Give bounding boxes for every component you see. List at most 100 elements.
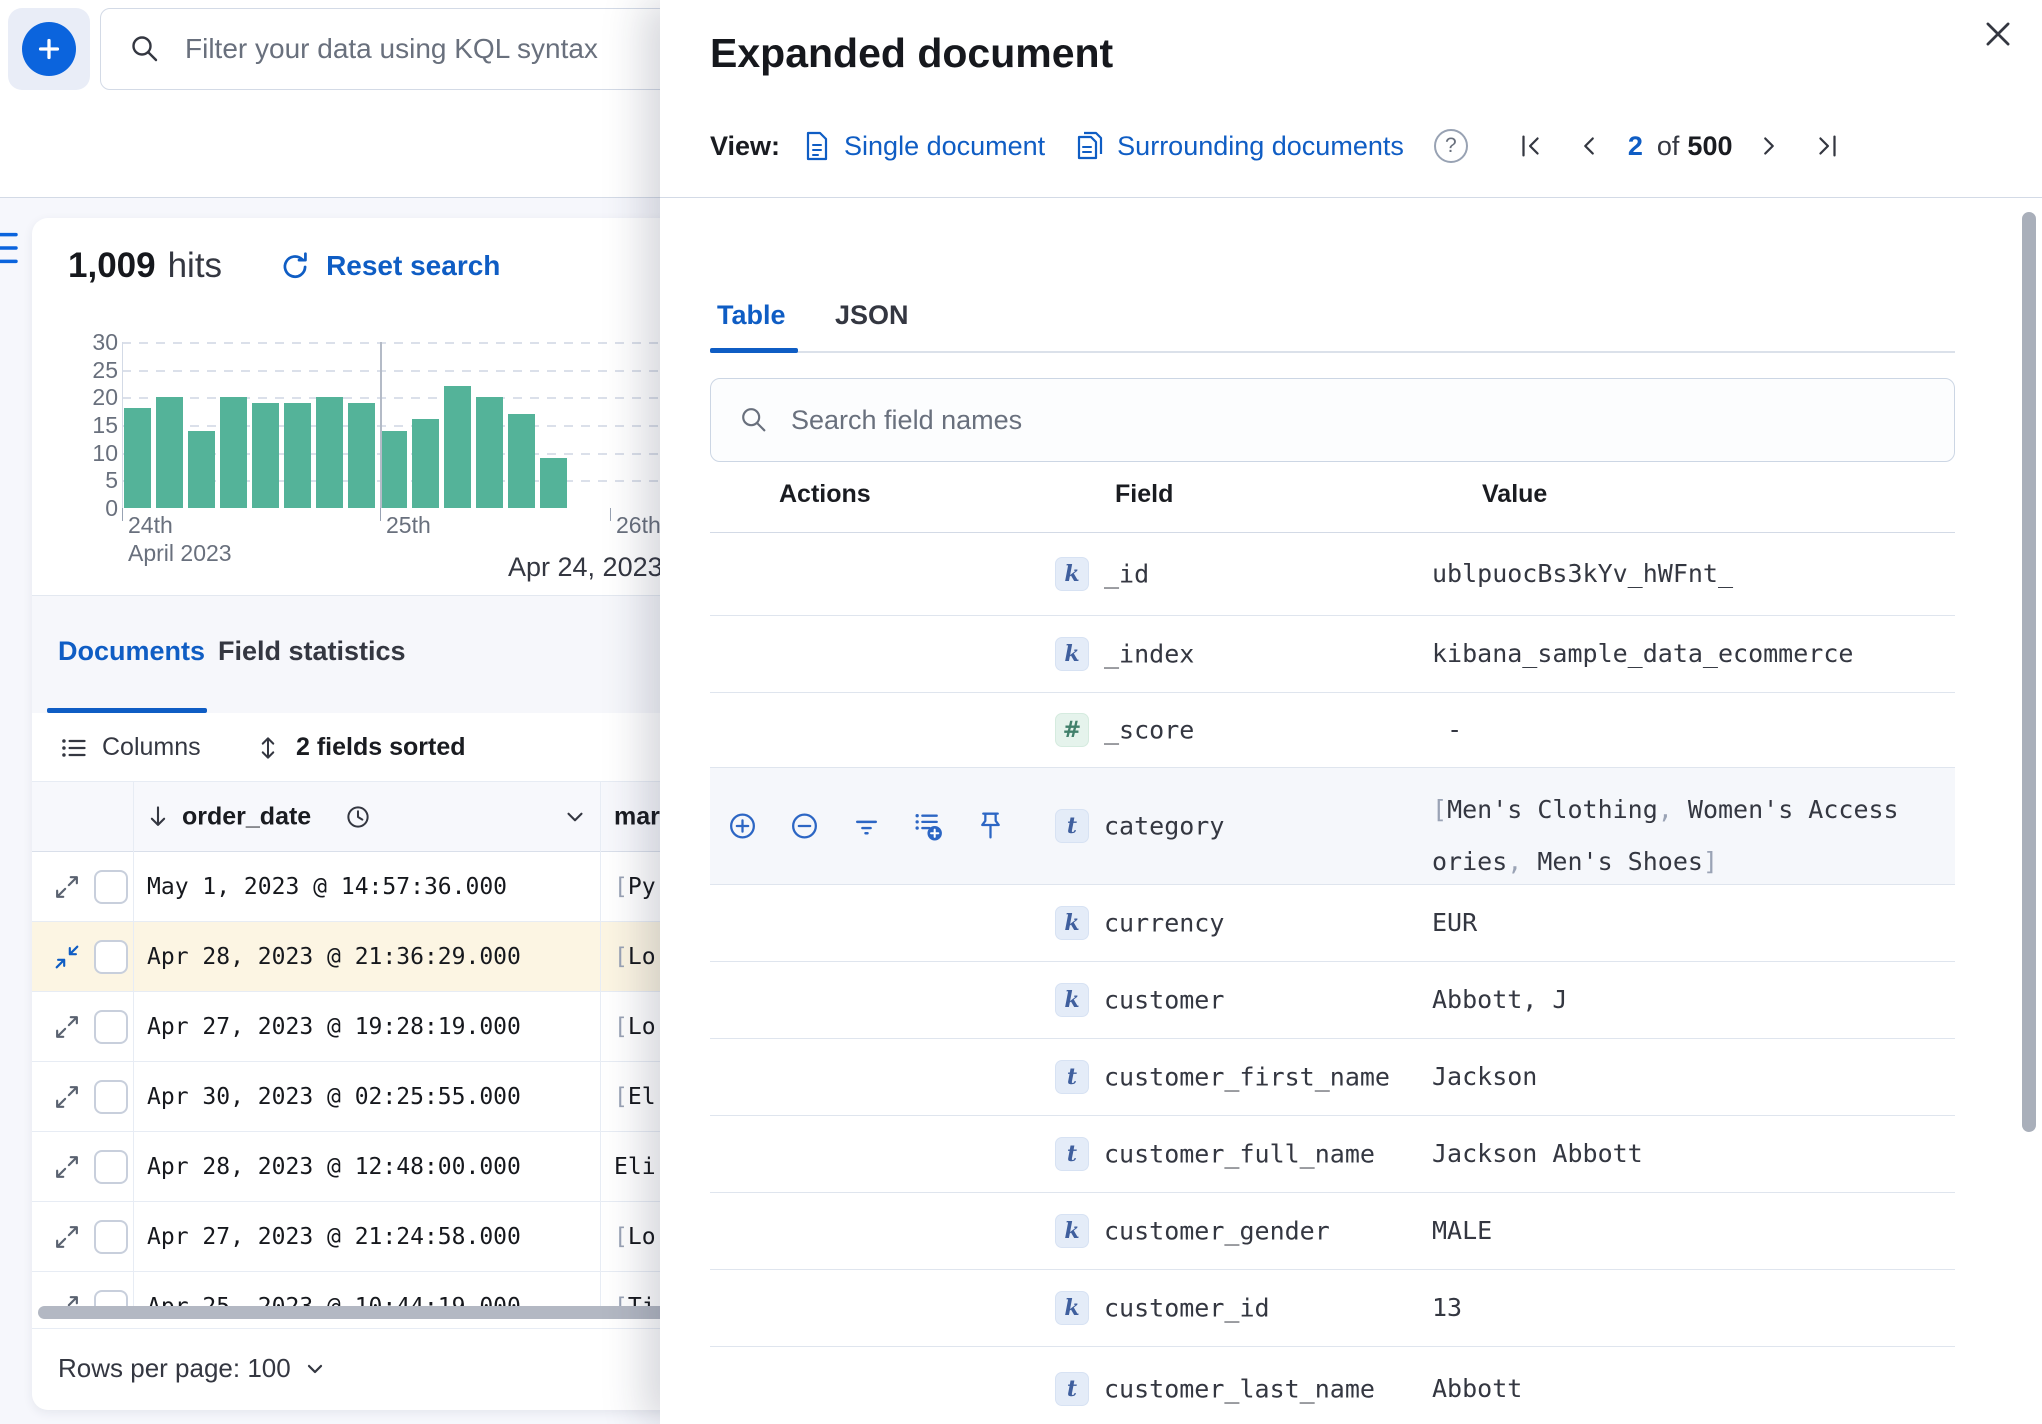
clock-icon [344,803,372,831]
flyout-title: Expanded document [710,30,1114,76]
single-document-link[interactable]: Single document [802,130,1045,162]
field-row[interactable]: # _score - [710,693,1955,768]
keyword-type-badge: k [1055,1214,1089,1248]
row-checkbox[interactable] [94,1079,128,1114]
columns-button[interactable]: Columns [60,713,201,782]
hits-count: 1,009 [68,246,156,285]
field-name: customer_id [1104,1293,1270,1323]
plus-icon [34,34,64,64]
order-date-cell: Apr 25, 2023 @ 10:44:19.000 [147,1294,521,1307]
filter-out-value-icon[interactable] [788,810,821,843]
field-row[interactable]: t customer_first_name Jackson [710,1039,1955,1116]
field-row[interactable]: k customer_gender MALE [710,1193,1955,1270]
row-checkbox[interactable] [94,1149,128,1184]
add-filter-button[interactable] [22,22,76,76]
manufacturer-cell: [Py [614,873,656,900]
x-tick [610,508,611,521]
field-value: - [1432,715,1478,744]
add-filter-container [8,8,90,90]
field-name: _index [1104,639,1195,669]
column-header-actions: Actions [779,480,871,508]
field-search-input[interactable] [791,404,1791,436]
help-icon[interactable]: ? [1433,129,1468,163]
row-checkbox[interactable] [94,1009,128,1044]
close-icon[interactable] [1980,16,2016,52]
field-name: _id [1104,559,1150,589]
filter-for-value-icon[interactable] [726,810,759,843]
column-menu-chevron-icon[interactable] [562,804,588,830]
x-tick [122,508,123,521]
tab-table[interactable]: Table [717,300,786,331]
expand-document-icon[interactable] [52,1222,82,1252]
field-row-hovered[interactable]: t category [Men's Clothing, Women's Acce… [710,768,1955,885]
expand-document-icon[interactable] [52,1292,82,1307]
row-checkbox[interactable] [94,869,128,904]
field-value: Abbott, J [1432,985,1568,1014]
column-header-manufacturer[interactable]: mar [614,802,660,831]
field-value: Jackson [1432,1062,1538,1091]
columns-label: Columns [102,733,201,761]
field-row[interactable]: k customer_id 13 [710,1270,1955,1347]
field-name: customer [1104,985,1225,1015]
column-divider [133,782,134,1306]
y-axis-tick-label: 0 [105,495,118,521]
row-checkbox[interactable] [94,1219,128,1254]
vertical-scrollbar[interactable] [2022,212,2036,1132]
expand-document-icon[interactable] [52,872,82,902]
text-type-badge: t [1055,1060,1089,1094]
field-name: customer_full_name [1104,1139,1375,1169]
pin-field-icon[interactable] [974,810,1007,843]
rows-per-page-button[interactable]: Rows per page: 100 [58,1353,327,1384]
keyword-type-badge: k [1055,906,1089,940]
y-axis-tick-label: 10 [92,440,118,466]
row-checkbox[interactable] [94,939,128,974]
last-page-icon[interactable] [1812,131,1842,161]
expand-document-icon[interactable] [52,1082,82,1112]
keyword-type-badge: k [1055,637,1089,671]
order-date-cell: Apr 27, 2023 @ 21:24:58.000 [147,1223,521,1250]
field-name: currency [1104,908,1225,938]
row-checkbox[interactable] [94,1289,128,1306]
histogram-bar [188,431,215,508]
histogram-bar [348,403,375,508]
expand-document-icon[interactable] [52,1152,82,1182]
keyword-type-badge: k [1055,1291,1089,1325]
field-value: MALE [1432,1216,1493,1245]
manufacturer-cell: [Ti [614,1294,656,1307]
pagination-of: of [1656,130,1680,161]
field-row[interactable]: k _id ublpuocBs3kYv_hWFnt_ [710,533,1955,616]
search-icon [129,33,161,65]
order-date-cell: Apr 28, 2023 @ 12:48:00.000 [147,1153,521,1180]
active-tab-underline [710,348,798,353]
field-row[interactable]: k currency EUR [710,885,1955,962]
expand-document-icon[interactable] [52,1012,82,1042]
first-page-icon[interactable] [1516,131,1546,161]
sort-fields-button[interactable]: 2 fields sorted [254,713,466,782]
y-axis-labels: 0 5 10 15 20 25 30 [60,329,118,521]
tab-json[interactable]: JSON [835,300,909,331]
field-search-bar[interactable] [710,378,1955,462]
field-row[interactable]: k _index kibana_sample_data_ecommerce [710,616,1955,693]
tab-field-statistics[interactable]: Field statistics [218,636,406,667]
field-list-icon[interactable] [0,224,22,272]
collapse-document-icon[interactable] [52,942,82,972]
text-type-badge: t [1055,1137,1089,1171]
refresh-icon [278,249,312,283]
field-table: k _id ublpuocBs3kYv_hWFnt_ k _index kiba… [710,533,1955,1424]
next-page-icon[interactable] [1754,131,1784,161]
histogram-bar [316,397,343,508]
tab-documents[interactable]: Documents [58,636,205,667]
field-row[interactable]: t customer_last_name Abbott [710,1347,1955,1424]
manufacturer-cell: [Lo [614,1223,656,1250]
surrounding-documents-link[interactable]: Surrounding documents [1075,130,1404,162]
previous-page-icon[interactable] [1574,131,1604,161]
field-name: _score [1104,715,1195,745]
field-row[interactable]: t customer_full_name Jackson Abbott [710,1116,1955,1193]
column-header-order-date[interactable]: order_date [182,802,311,831]
order-date-cell: May 1, 2023 @ 14:57:36.000 [147,873,508,900]
reset-search-button[interactable]: Reset search [278,249,500,283]
field-row[interactable]: k customer Abbott, J [710,962,1955,1039]
filter-exists-icon[interactable] [850,810,883,843]
column-header-field: Field [1115,480,1174,508]
toggle-column-icon[interactable] [912,810,945,843]
